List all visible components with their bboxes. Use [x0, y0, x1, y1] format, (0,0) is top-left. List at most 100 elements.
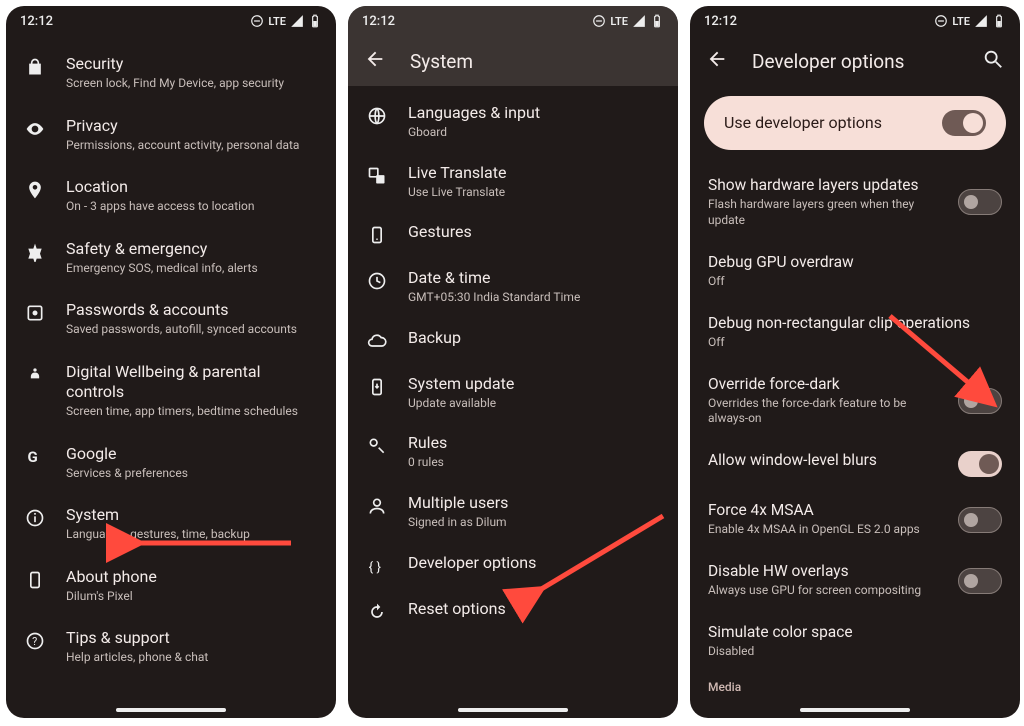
- back-button[interactable]: [364, 48, 386, 75]
- row-sub: Off: [708, 335, 1002, 351]
- settings-row-location[interactable]: LocationOn - 3 apps have access to locat…: [6, 165, 336, 227]
- battery-icon: [992, 14, 1006, 28]
- row-sub: Disabled: [708, 644, 1002, 660]
- row-sub: Update available: [408, 396, 660, 412]
- row-title: Show hardware layers updates: [708, 176, 944, 195]
- update-icon: [366, 376, 388, 398]
- settings-row-security[interactable]: SecurityScreen lock, Find My Device, app…: [6, 42, 336, 104]
- settings-row-tips[interactable]: ? Tips & supportHelp articles, phone & c…: [6, 616, 336, 678]
- settings-row-about[interactable]: About phoneDilum's Pixel: [6, 555, 336, 617]
- system-row-gestures[interactable]: Gestures: [348, 211, 678, 257]
- app-bar-title: Developer options: [752, 50, 904, 73]
- settings-row-privacy[interactable]: Privacy Permissions, account activity, pe…: [6, 104, 336, 166]
- row-sub: Emergency SOS, medical info, alerts: [66, 261, 318, 277]
- settings-row-wellbeing[interactable]: Digital Wellbeing & parental controlsScr…: [6, 350, 336, 432]
- row-title: Date & time: [408, 268, 660, 288]
- row-sub: Saved passwords, autofill, synced accoun…: [66, 322, 318, 338]
- status-time: 12:12: [704, 14, 737, 29]
- person-icon: [366, 495, 388, 517]
- toggle-switch[interactable]: [958, 507, 1002, 533]
- system-row-datetime[interactable]: Date & time GMT+05:30 India Standard Time: [348, 257, 678, 317]
- signal-icon: [290, 14, 304, 28]
- dev-row-gpu-overdraw[interactable]: Debug GPU overdrawOff: [690, 241, 1020, 302]
- status-bar: 12:12 LTE: [690, 6, 1020, 36]
- app-bar: Developer options: [690, 36, 1020, 86]
- row-title: Developer options: [408, 553, 660, 573]
- settings-row-passwords[interactable]: Passwords & accounts Saved passwords, aut…: [6, 288, 336, 350]
- system-row-translate[interactable]: Live TranslateUse Live Translate: [348, 152, 678, 212]
- system-row-developer[interactable]: { } Developer options: [348, 542, 678, 588]
- dev-row-msaa[interactable]: Force 4x MSAAEnable 4x MSAA in OpenGL ES…: [690, 489, 1020, 550]
- help-icon: ?: [24, 630, 46, 652]
- settings-row-google[interactable]: G GoogleServices & preferences: [6, 432, 336, 494]
- row-sub: Always use GPU for screen compositing: [708, 583, 944, 599]
- row-sub: 0 rules: [408, 455, 660, 471]
- system-row-backup[interactable]: Backup: [348, 317, 678, 363]
- system-screen: 12:12 LTE System Languages & inputGboard…: [348, 6, 678, 718]
- svg-text:{ }: { }: [369, 560, 382, 575]
- system-row-reset[interactable]: Reset options: [348, 588, 678, 634]
- section-label: Media: [690, 672, 1020, 694]
- do-not-disturb-icon: [934, 14, 948, 28]
- row-sub: Off: [708, 274, 1002, 290]
- search-button[interactable]: [982, 48, 1004, 75]
- status-time: 12:12: [20, 14, 53, 29]
- row-title: Privacy: [66, 116, 318, 136]
- system-row-rules[interactable]: Rules0 rules: [348, 422, 678, 482]
- dev-row-colorspace[interactable]: Simulate color space Disabled: [690, 611, 1020, 672]
- settings-row-system[interactable]: System Languages, gestures, time, backup: [6, 493, 336, 555]
- row-title: Simulate color space: [708, 623, 1002, 642]
- row-sub: Screen time, app timers, bedtime schedul…: [66, 404, 318, 420]
- row-sub: Flash hardware layers green when they up…: [708, 197, 944, 228]
- dev-row-clip-ops[interactable]: Debug non-rectangular clip operationsOff: [690, 302, 1020, 363]
- row-title: Reset options: [408, 599, 660, 619]
- toggle-switch[interactable]: [958, 568, 1002, 594]
- dev-row-force-dark[interactable]: Override force-dark Overrides the force-d…: [690, 363, 1020, 440]
- privacy-icon: [24, 118, 46, 140]
- row-title: Passwords & accounts: [66, 300, 318, 320]
- nav-pill[interactable]: [458, 708, 568, 712]
- system-row-update[interactable]: System updateUpdate available: [348, 363, 678, 423]
- dev-row-window-blur[interactable]: Allow window-level blurs: [690, 439, 1020, 489]
- toggle-switch[interactable]: [958, 451, 1002, 477]
- row-title: System: [66, 505, 318, 525]
- dev-row-hw-overlays[interactable]: Disable HW overlaysAlways use GPU for sc…: [690, 550, 1020, 611]
- braces-icon: { }: [366, 555, 388, 577]
- back-button[interactable]: [706, 48, 728, 75]
- nav-pill[interactable]: [116, 708, 226, 712]
- row-title: About phone: [66, 567, 318, 587]
- row-sub: Gboard: [408, 125, 660, 141]
- developer-options-screen: 12:12 LTE Developer options Use develope…: [690, 6, 1020, 718]
- translate-icon: [366, 165, 388, 187]
- info-icon: [24, 507, 46, 529]
- row-sub: GMT+05:30 India Standard Time: [408, 290, 660, 306]
- phone-icon: [24, 569, 46, 591]
- row-sub: On - 3 apps have access to location: [66, 199, 318, 215]
- nav-pill[interactable]: [800, 708, 910, 712]
- toggle-switch[interactable]: [958, 388, 1002, 414]
- card-title: Use developer options: [724, 113, 882, 133]
- row-title: Languages & input: [408, 103, 660, 123]
- row-sub: Languages, gestures, time, backup: [66, 527, 318, 543]
- app-bar-title: System: [410, 50, 473, 73]
- master-switch[interactable]: [942, 110, 986, 136]
- system-row-users[interactable]: Multiple usersSigned in as Dilum: [348, 482, 678, 542]
- row-title: Override force-dark: [708, 375, 944, 394]
- row-title: Security: [66, 54, 318, 74]
- master-toggle-card[interactable]: Use developer options: [704, 96, 1006, 150]
- app-bar: System: [348, 36, 678, 86]
- cloud-icon: [366, 330, 388, 352]
- row-sub: Permissions, account activity, personal …: [66, 138, 318, 154]
- status-bar: 12:12 LTE: [6, 6, 336, 36]
- row-title: Google: [66, 444, 318, 464]
- system-row-languages[interactable]: Languages & input Gboard: [348, 92, 678, 152]
- row-title: Safety & emergency: [66, 239, 318, 259]
- settings-row-safety[interactable]: Safety & emergency Emergency SOS, medical…: [6, 227, 336, 289]
- status-time: 12:12: [362, 14, 395, 29]
- status-network: LTE: [268, 15, 286, 28]
- settings-main-screen: 12:12 LTE SecurityScreen lock, Find My D…: [6, 6, 336, 718]
- signal-icon: [974, 14, 988, 28]
- dev-row-hwlayers[interactable]: Show hardware layers updates Flash hardwa…: [690, 164, 1020, 241]
- row-sub: Overrides the force-dark feature to be a…: [708, 396, 944, 427]
- toggle-switch[interactable]: [958, 189, 1002, 215]
